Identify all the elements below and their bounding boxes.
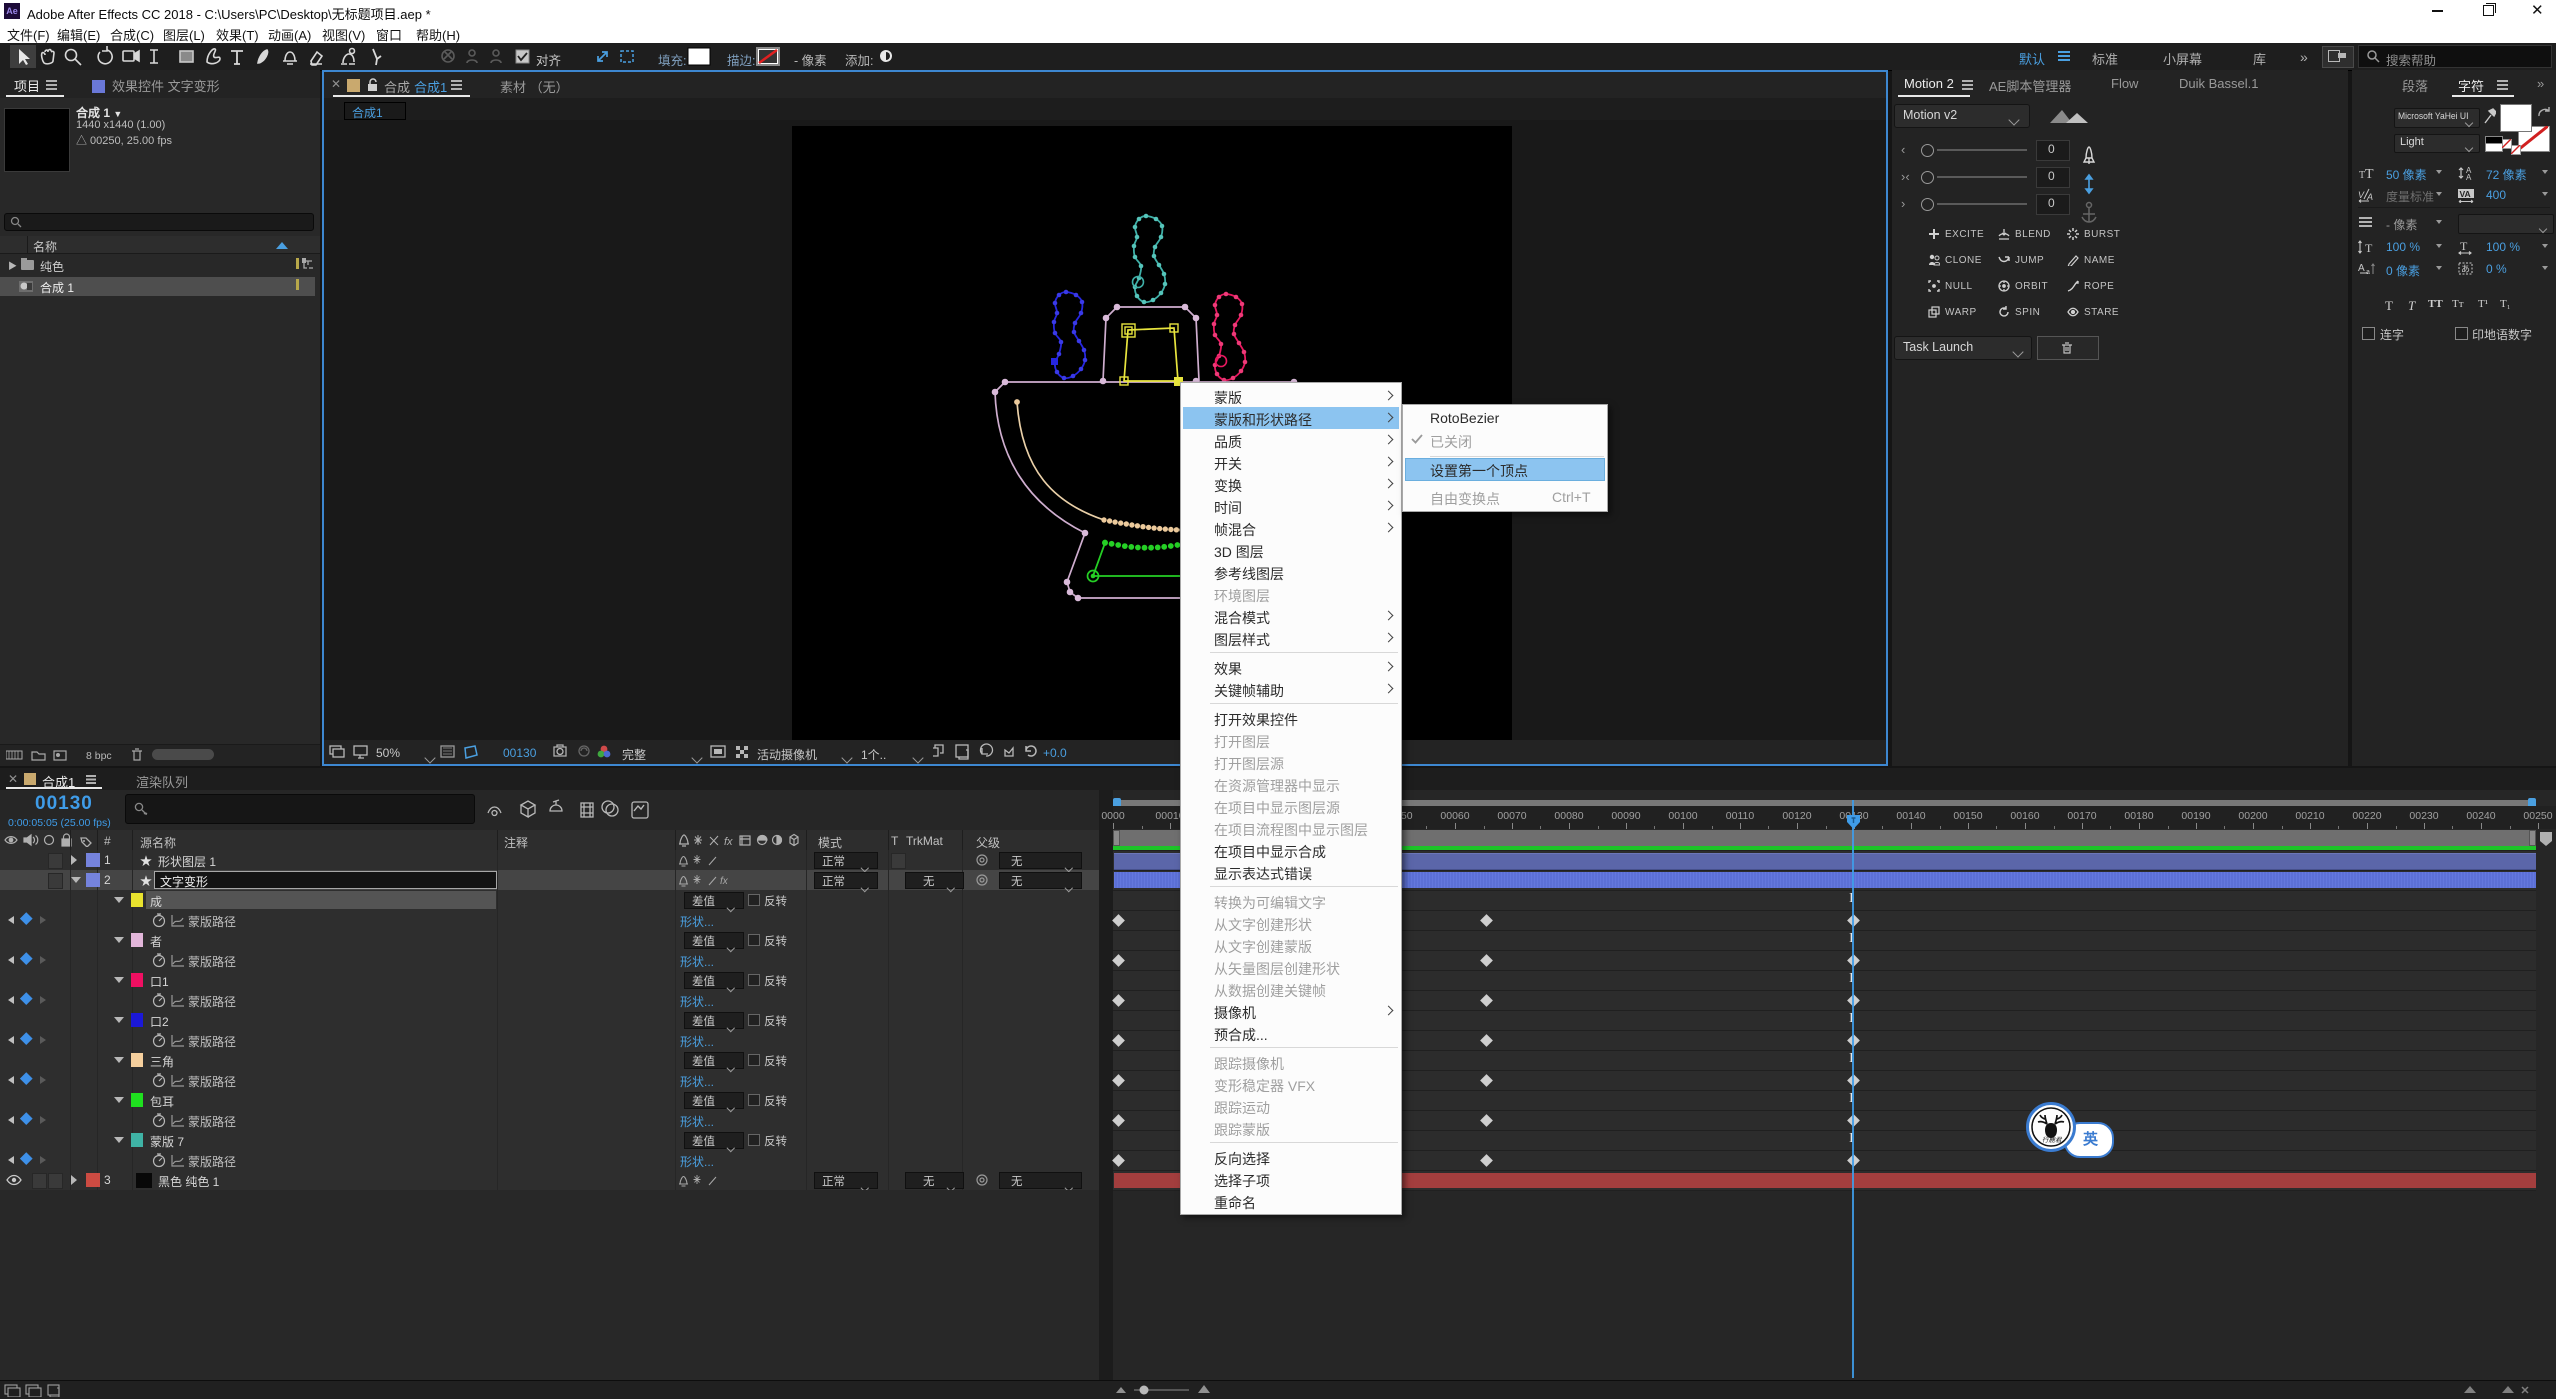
svg-text:A: A bbox=[2466, 173, 2472, 181]
svg-text:T: T bbox=[2460, 239, 2468, 253]
svg-text:fx: fx bbox=[724, 836, 733, 848]
svg-text:VA: VA bbox=[2460, 189, 2471, 199]
svg-text:fx: fx bbox=[720, 876, 729, 887]
svg-text:T: T bbox=[2365, 167, 2374, 181]
svg-text:あ: あ bbox=[2461, 264, 2470, 274]
svg-text:行鹿君: 行鹿君 bbox=[2042, 1136, 2063, 1144]
svg-text:A: A bbox=[2358, 263, 2365, 274]
svg-text:T: T bbox=[2365, 241, 2373, 255]
